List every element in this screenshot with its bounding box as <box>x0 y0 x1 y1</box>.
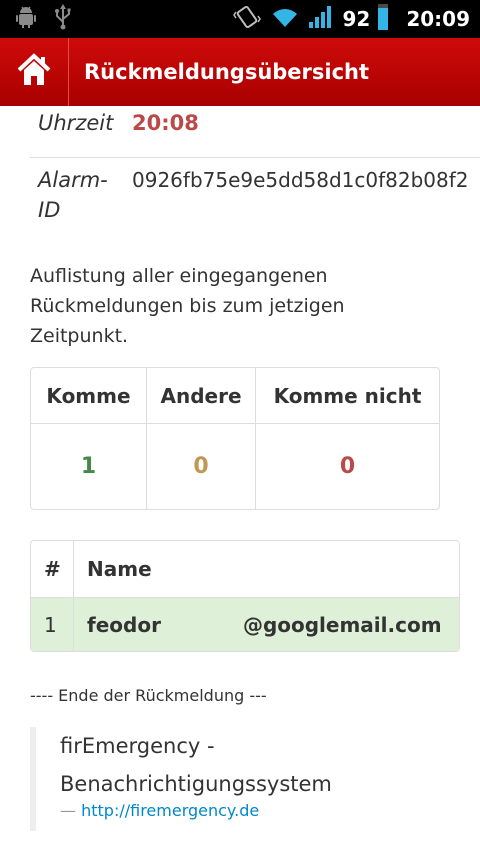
header-komme-nicht: Komme nicht <box>255 368 439 424</box>
header-name: Name <box>73 541 459 597</box>
summary-header-row: Komme Andere Komme nicht <box>31 368 439 424</box>
table-row: 1 feodor @googlemail.com <box>31 597 459 651</box>
page-title: Rückmeldungsübersicht <box>84 60 370 84</box>
status-right: 92 20:09 <box>232 4 470 34</box>
battery-icon <box>378 4 389 34</box>
count-komme-nicht: 0 <box>255 424 439 509</box>
responders-header-row: # Name <box>31 541 459 597</box>
quote-text: firEmergency - Benachrichtigungssystem <box>60 734 332 796</box>
header-komme: Komme <box>31 368 146 424</box>
status-left <box>14 4 74 34</box>
home-icon <box>16 53 52 91</box>
quote-source: — http://firemergency.de <box>60 799 450 823</box>
clock: 20:09 <box>406 7 470 31</box>
row-name: feodor @googlemail.com <box>73 597 459 651</box>
android-debug-icon <box>14 5 38 33</box>
signal-icon <box>308 5 334 33</box>
footer-quote: firEmergency - Benachrichtigungssystem —… <box>30 727 450 831</box>
name-start: feodor <box>87 612 161 637</box>
alarm-id-row: Alarm-ID 0926fb75e9e5dd58d1c0f82b08f2 <box>30 158 480 238</box>
time-label: Uhrzeit <box>38 111 114 135</box>
responders-table: # Name 1 feodor @googlemail.com <box>30 540 460 652</box>
intro-text: Auflistung aller eingegangenen Rückmeldu… <box>30 265 345 347</box>
usb-icon <box>52 4 74 34</box>
action-bar-divider <box>68 38 69 106</box>
count-komme: 1 <box>80 454 97 479</box>
time-row: Uhrzeit 20:08 <box>30 106 480 158</box>
wifi-icon <box>270 5 300 33</box>
name-end: @googlemail.com <box>242 612 442 637</box>
status-bar: 92 20:09 <box>0 0 480 38</box>
alarm-id-label: Alarm-ID <box>38 168 108 222</box>
summary-table: Komme Andere Komme nicht 1 0 0 <box>30 367 440 510</box>
header-index: # <box>44 557 61 581</box>
summary-values-row: 1 0 0 <box>31 424 439 509</box>
row-index: 1 <box>31 597 73 651</box>
home-button[interactable] <box>0 38 68 106</box>
battery-level: 92 <box>342 7 371 31</box>
alarm-id-value: 0926fb75e9e5dd58d1c0f82b08f2 <box>132 168 469 192</box>
count-andere: 0 <box>146 424 255 509</box>
time-value: 20:08 <box>132 111 199 135</box>
website-link[interactable]: http://firemergency.de <box>81 801 259 820</box>
end-note: ---- Ende der Rückmeldung --- <box>30 686 267 705</box>
header-andere: Andere <box>146 368 255 424</box>
quote-dash: — <box>60 801 76 820</box>
action-bar: Rückmeldungsübersicht <box>0 38 480 106</box>
vibrate-icon <box>232 4 262 34</box>
